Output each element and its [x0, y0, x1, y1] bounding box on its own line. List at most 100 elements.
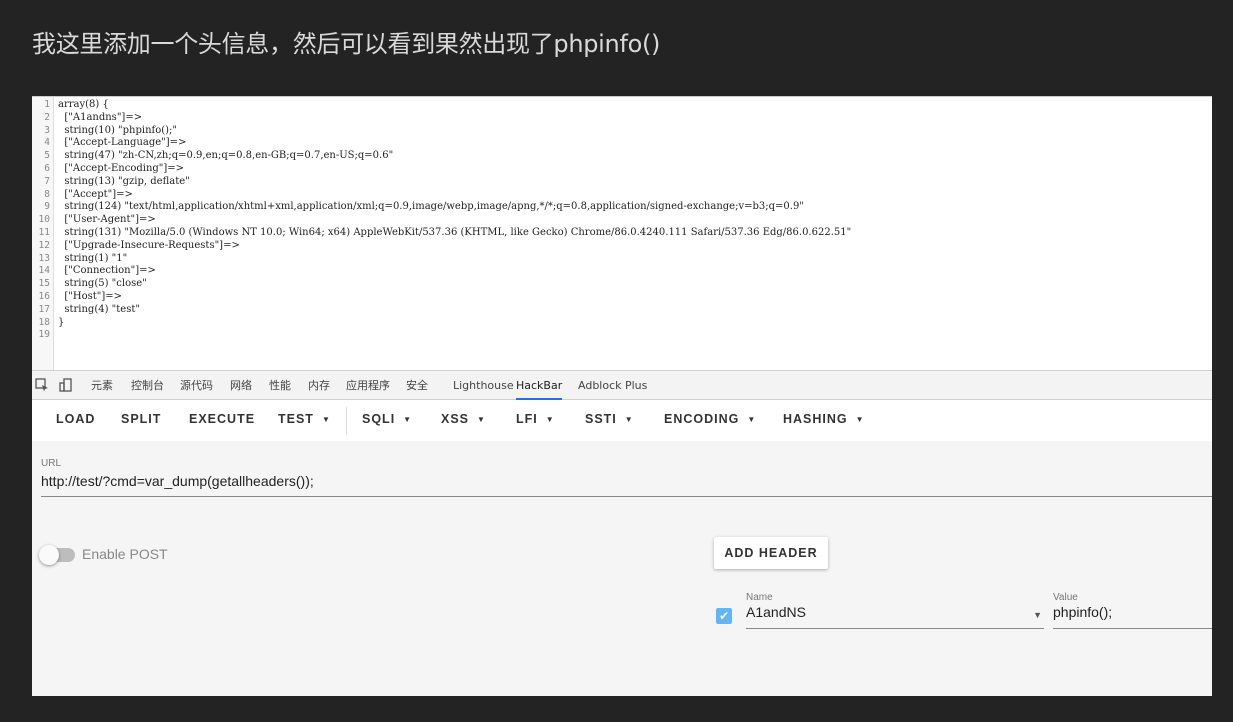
code-line: 18}: [32, 317, 1212, 330]
code-line: 8 ["Accept"]=>: [32, 189, 1212, 202]
hashing-menu-label: HASHING: [783, 412, 848, 426]
code-line: 6 ["Accept-Encoding"]=>: [32, 163, 1212, 176]
line-number: 6: [44, 163, 50, 174]
tab-application[interactable]: 应用程序: [346, 371, 390, 400]
line-text: string(4) "test": [58, 303, 140, 315]
caret-down-icon: ▼: [855, 415, 865, 424]
ssti-menu-label: SSTI: [585, 412, 617, 426]
code-line: 1 array(8) {: [32, 99, 1212, 112]
execute-button[interactable]: EXECUTE: [189, 412, 255, 430]
line-number: 4: [44, 137, 50, 149]
tab-sources[interactable]: 源代码: [180, 371, 213, 400]
code-line: 2 ["A1andns"]=>: [32, 112, 1212, 125]
code-line: 10 ["User-Agent"]=>: [32, 214, 1212, 227]
tab-security[interactable]: 安全: [406, 371, 428, 400]
caret-down-icon: ▼: [545, 415, 555, 424]
line-text: string(47) "zh-CN,zh;q=0.9,en;q=0.8,en-G…: [58, 150, 394, 162]
hashing-menu-button[interactable]: HASHING ▼: [783, 412, 865, 430]
browser-screenshot: 1 array(8) {2 ["A1andns"]=> 3 string(10) "…: [32, 96, 1212, 696]
line-text: ["A1andns"]=>: [58, 111, 143, 123]
add-header-button[interactable]: ADD HEADER: [714, 537, 828, 569]
code-line: 11 string(131) "Mozilla/5.0 (Windows NT …: [32, 227, 1212, 240]
inspect-element-icon[interactable]: [34, 378, 50, 394]
load-button[interactable]: LOAD: [56, 412, 95, 430]
code-line: 14 ["Connection"]=>: [32, 265, 1212, 278]
tab-lighthouse[interactable]: Lighthouse: [453, 371, 514, 400]
enable-post-toggle[interactable]: [39, 545, 75, 565]
caret-down-icon: ▼: [747, 415, 757, 424]
tab-performance[interactable]: 性能: [269, 371, 291, 400]
split-button[interactable]: SPLIT: [121, 412, 161, 430]
lfi-menu-label: LFI: [516, 412, 538, 426]
ssti-menu-button[interactable]: SSTI ▼: [585, 412, 634, 430]
response-code-view: 1 array(8) {2 ["A1andns"]=> 3 string(10) "…: [32, 96, 1212, 371]
hackbar-toolbar: LOAD SPLIT EXECUTE TEST ▼ SQLI ▼ XSS ▼ LFI ▼…: [32, 401, 1212, 441]
line-number: 1: [44, 99, 50, 110]
tab-hackbar[interactable]: HackBar: [516, 371, 563, 400]
line-text: string(1) "1": [58, 252, 128, 264]
line-text: ["Accept-Language"]=>: [58, 137, 187, 149]
line-number: 10: [38, 214, 50, 226]
line-number: 14: [38, 265, 50, 277]
check-icon: ✔: [718, 609, 730, 623]
enable-post-label: Enable POST: [82, 546, 168, 562]
line-text: string(124) "text/html,application/xhtml…: [58, 201, 804, 213]
line-text: ["User-Agent"]=>: [58, 214, 156, 226]
caret-down-icon: ▼: [321, 415, 331, 424]
tab-console[interactable]: 控制台: [131, 371, 164, 400]
header-name-value: A1andNS: [746, 604, 806, 620]
device-toolbar-icon[interactable]: [58, 378, 74, 394]
line-number: 16: [38, 291, 50, 302]
code-line: 16 ["Host"]=>: [32, 291, 1212, 304]
code-line: 4 ["Accept-Language"]=>: [32, 137, 1212, 150]
line-text: string(10) "phpinfo();": [58, 124, 178, 136]
sqli-menu-button[interactable]: SQLI ▼: [362, 412, 412, 430]
toggle-knob: [39, 545, 59, 565]
tab-adblock-plus[interactable]: Adblock Plus: [578, 371, 647, 400]
line-text: string(5) "close": [58, 278, 147, 290]
sqli-menu-label: SQLI: [362, 412, 396, 426]
line-number: 9: [44, 201, 50, 213]
code-line: 17 string(4) "test": [32, 304, 1212, 317]
line-number: 8: [44, 188, 50, 200]
test-menu-button[interactable]: TEST ▼: [278, 412, 331, 430]
line-text: }: [58, 316, 65, 328]
tab-memory[interactable]: 内存: [308, 371, 330, 400]
xss-menu-button[interactable]: XSS ▼: [441, 412, 486, 430]
line-text: ["Accept-Encoding"]=>: [58, 163, 185, 174]
line-number: 15: [38, 278, 50, 290]
tab-elements[interactable]: 元素: [91, 371, 113, 400]
url-label: URL: [41, 458, 62, 469]
line-text: array(8) {: [58, 99, 109, 110]
code-line: 3 string(10) "phpinfo();": [32, 125, 1212, 138]
caret-down-icon: ▼: [624, 415, 634, 424]
caret-down-icon: ▼: [477, 415, 486, 424]
code-line: 19: [32, 329, 1212, 342]
line-text: ["Upgrade-Insecure-Requests"]=>: [58, 239, 240, 251]
code-line: 15 string(5) "close": [32, 278, 1212, 291]
line-text: ["Host"]=>: [58, 291, 123, 302]
line-number: 7: [44, 175, 50, 187]
line-number: 2: [44, 111, 50, 123]
line-text: ["Connection"]=>: [58, 265, 156, 277]
line-number: 19: [38, 329, 50, 341]
line-number: 13: [38, 252, 50, 264]
xss-menu-label: XSS: [441, 412, 470, 426]
devtools-tab-bar: 元素 控制台 源代码 网络 性能 内存 应用程序 安全 Lighthouse H…: [32, 370, 1212, 400]
code-line: 13 string(1) "1": [32, 253, 1212, 266]
line-number: 18: [38, 316, 50, 328]
header-enabled-checkbox[interactable]: ✔: [716, 608, 732, 624]
encoding-menu-button[interactable]: ENCODING ▼: [664, 412, 756, 430]
line-number: 12: [38, 239, 50, 251]
line-number: 5: [44, 150, 50, 162]
lfi-menu-button[interactable]: LFI ▼: [516, 412, 555, 430]
url-input[interactable]: http://test/?cmd=var_dump(getallheaders(…: [41, 471, 1212, 497]
line-number: 11: [38, 227, 50, 238]
code-line: 9 string(124) "text/html,application/xht…: [32, 201, 1212, 214]
caret-down-icon: ▼: [403, 415, 413, 424]
header-name-select[interactable]: A1andNS ▼: [746, 603, 1044, 629]
tab-network[interactable]: 网络: [230, 371, 252, 400]
header-value-input[interactable]: phpinfo();: [1053, 603, 1212, 629]
article-caption: 我这里添加一个头信息，然后可以看到果然出现了phpinfo(): [32, 30, 661, 58]
line-number: 17: [38, 303, 50, 315]
